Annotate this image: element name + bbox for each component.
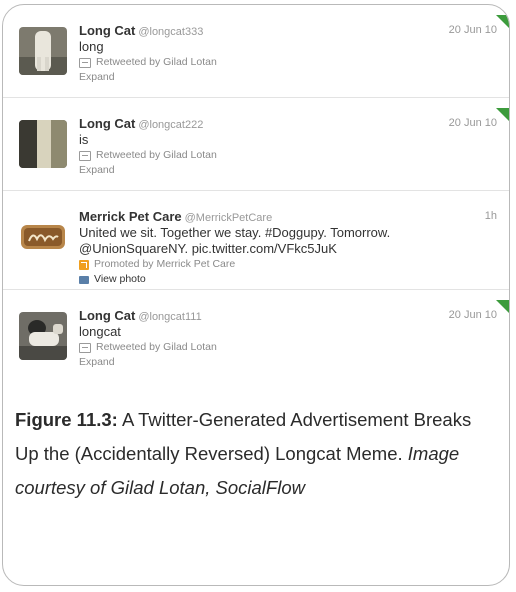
tweet-text-line: United we sit. Together we stay. #Doggup… xyxy=(79,225,391,240)
tweet-timestamp[interactable]: 20 Jun 10 xyxy=(449,23,497,38)
tweet-body: Long Cat @longcat111 longcat Retweeted by… xyxy=(79,308,489,370)
promoted-tweet-item[interactable]: Merrick Pet Care @MerrickPetCare United w… xyxy=(3,191,509,290)
tweet-header: Long Cat @longcat222 xyxy=(79,116,489,131)
retweet-icon xyxy=(79,57,91,68)
tweet-author-handle[interactable]: @longcat111 xyxy=(138,311,201,323)
photo-icon xyxy=(79,275,89,284)
tweet-item[interactable]: Long Cat @longcat333 long Retweeted by Gi… xyxy=(3,5,509,98)
promoted-icon xyxy=(79,259,89,270)
tweet-body: Long Cat @longcat333 long Retweeted by Gi… xyxy=(79,23,489,85)
promoted-info: Promoted by Merrick Pet Care xyxy=(79,257,489,272)
retweet-label[interactable]: Retweeted by Gilad Lotan xyxy=(96,55,217,70)
retweet-label[interactable]: Retweeted by Gilad Lotan xyxy=(96,148,217,163)
tweet-body: Merrick Pet Care @MerrickPetCare United w… xyxy=(79,209,489,287)
tweet-author-handle[interactable]: @longcat333 xyxy=(138,26,203,38)
expand-link[interactable]: Expand xyxy=(79,70,489,85)
longcat-avatar-icon[interactable] xyxy=(19,120,67,168)
tweet-author-name[interactable]: Long Cat xyxy=(79,308,135,323)
tweet-header: Merrick Pet Care @MerrickPetCare xyxy=(79,209,489,224)
retweet-info: Retweeted by Gilad Lotan xyxy=(79,340,489,355)
tweet-author-name[interactable]: Long Cat xyxy=(79,23,135,38)
tweet-header: Long Cat @longcat111 xyxy=(79,308,489,323)
longcat-avatar-icon[interactable] xyxy=(19,312,67,360)
tweet-author-name[interactable]: Merrick Pet Care xyxy=(79,209,182,224)
expand-link[interactable]: Expand xyxy=(79,355,489,370)
retweet-info: Retweeted by Gilad Lotan xyxy=(79,55,489,70)
retweet-icon xyxy=(79,342,91,353)
expand-link[interactable]: Expand xyxy=(79,163,489,178)
tweet-item[interactable]: Long Cat @longcat222 is Retweeted by Gila… xyxy=(3,98,509,191)
tweet-timestamp[interactable]: 1h xyxy=(485,209,497,224)
tweet-corner-marker-icon xyxy=(496,108,509,121)
tweet-item[interactable]: Long Cat @longcat111 longcat Retweeted by… xyxy=(3,290,509,387)
tweet-author-handle[interactable]: @MerrickPetCare xyxy=(185,212,273,224)
tweet-text-link-line[interactable]: @UnionSquareNY. pic.twitter.com/VFkc5JuK xyxy=(79,241,489,257)
figure-caption: Figure 11.3: A Twitter-Generated Adverti… xyxy=(15,403,495,505)
tweet-timeline: Long Cat @longcat333 long Retweeted by Gi… xyxy=(3,5,509,387)
merrick-logo-icon[interactable] xyxy=(19,213,67,261)
view-photo-label[interactable]: View photo xyxy=(94,272,146,287)
figure-frame: Long Cat @longcat333 long Retweeted by Gi… xyxy=(2,4,510,586)
retweet-label[interactable]: Retweeted by Gilad Lotan xyxy=(96,340,217,355)
promoted-label[interactable]: Promoted by Merrick Pet Care xyxy=(94,257,235,272)
tweet-text: long xyxy=(79,39,104,54)
tweet-corner-marker-icon xyxy=(496,300,509,313)
longcat-avatar-icon[interactable] xyxy=(19,27,67,75)
tweet-text: United we sit. Together we stay. #Doggup… xyxy=(79,225,489,257)
tweet-header: Long Cat @longcat333 xyxy=(79,23,489,38)
retweet-icon xyxy=(79,150,91,161)
tweet-timestamp[interactable]: 20 Jun 10 xyxy=(449,116,497,131)
tweet-author-handle[interactable]: @longcat222 xyxy=(138,119,203,131)
tweet-body: Long Cat @longcat222 is Retweeted by Gila… xyxy=(79,116,489,178)
figure-label: Figure 11.3: xyxy=(15,409,118,430)
tweet-corner-marker-icon xyxy=(496,15,509,28)
tweet-text: is xyxy=(79,132,89,147)
retweet-info: Retweeted by Gilad Lotan xyxy=(79,148,489,163)
tweet-timestamp[interactable]: 20 Jun 10 xyxy=(449,308,497,323)
tweet-author-name[interactable]: Long Cat xyxy=(79,116,135,131)
tweet-text: longcat xyxy=(79,324,121,339)
view-photo-link[interactable]: View photo xyxy=(79,272,489,287)
